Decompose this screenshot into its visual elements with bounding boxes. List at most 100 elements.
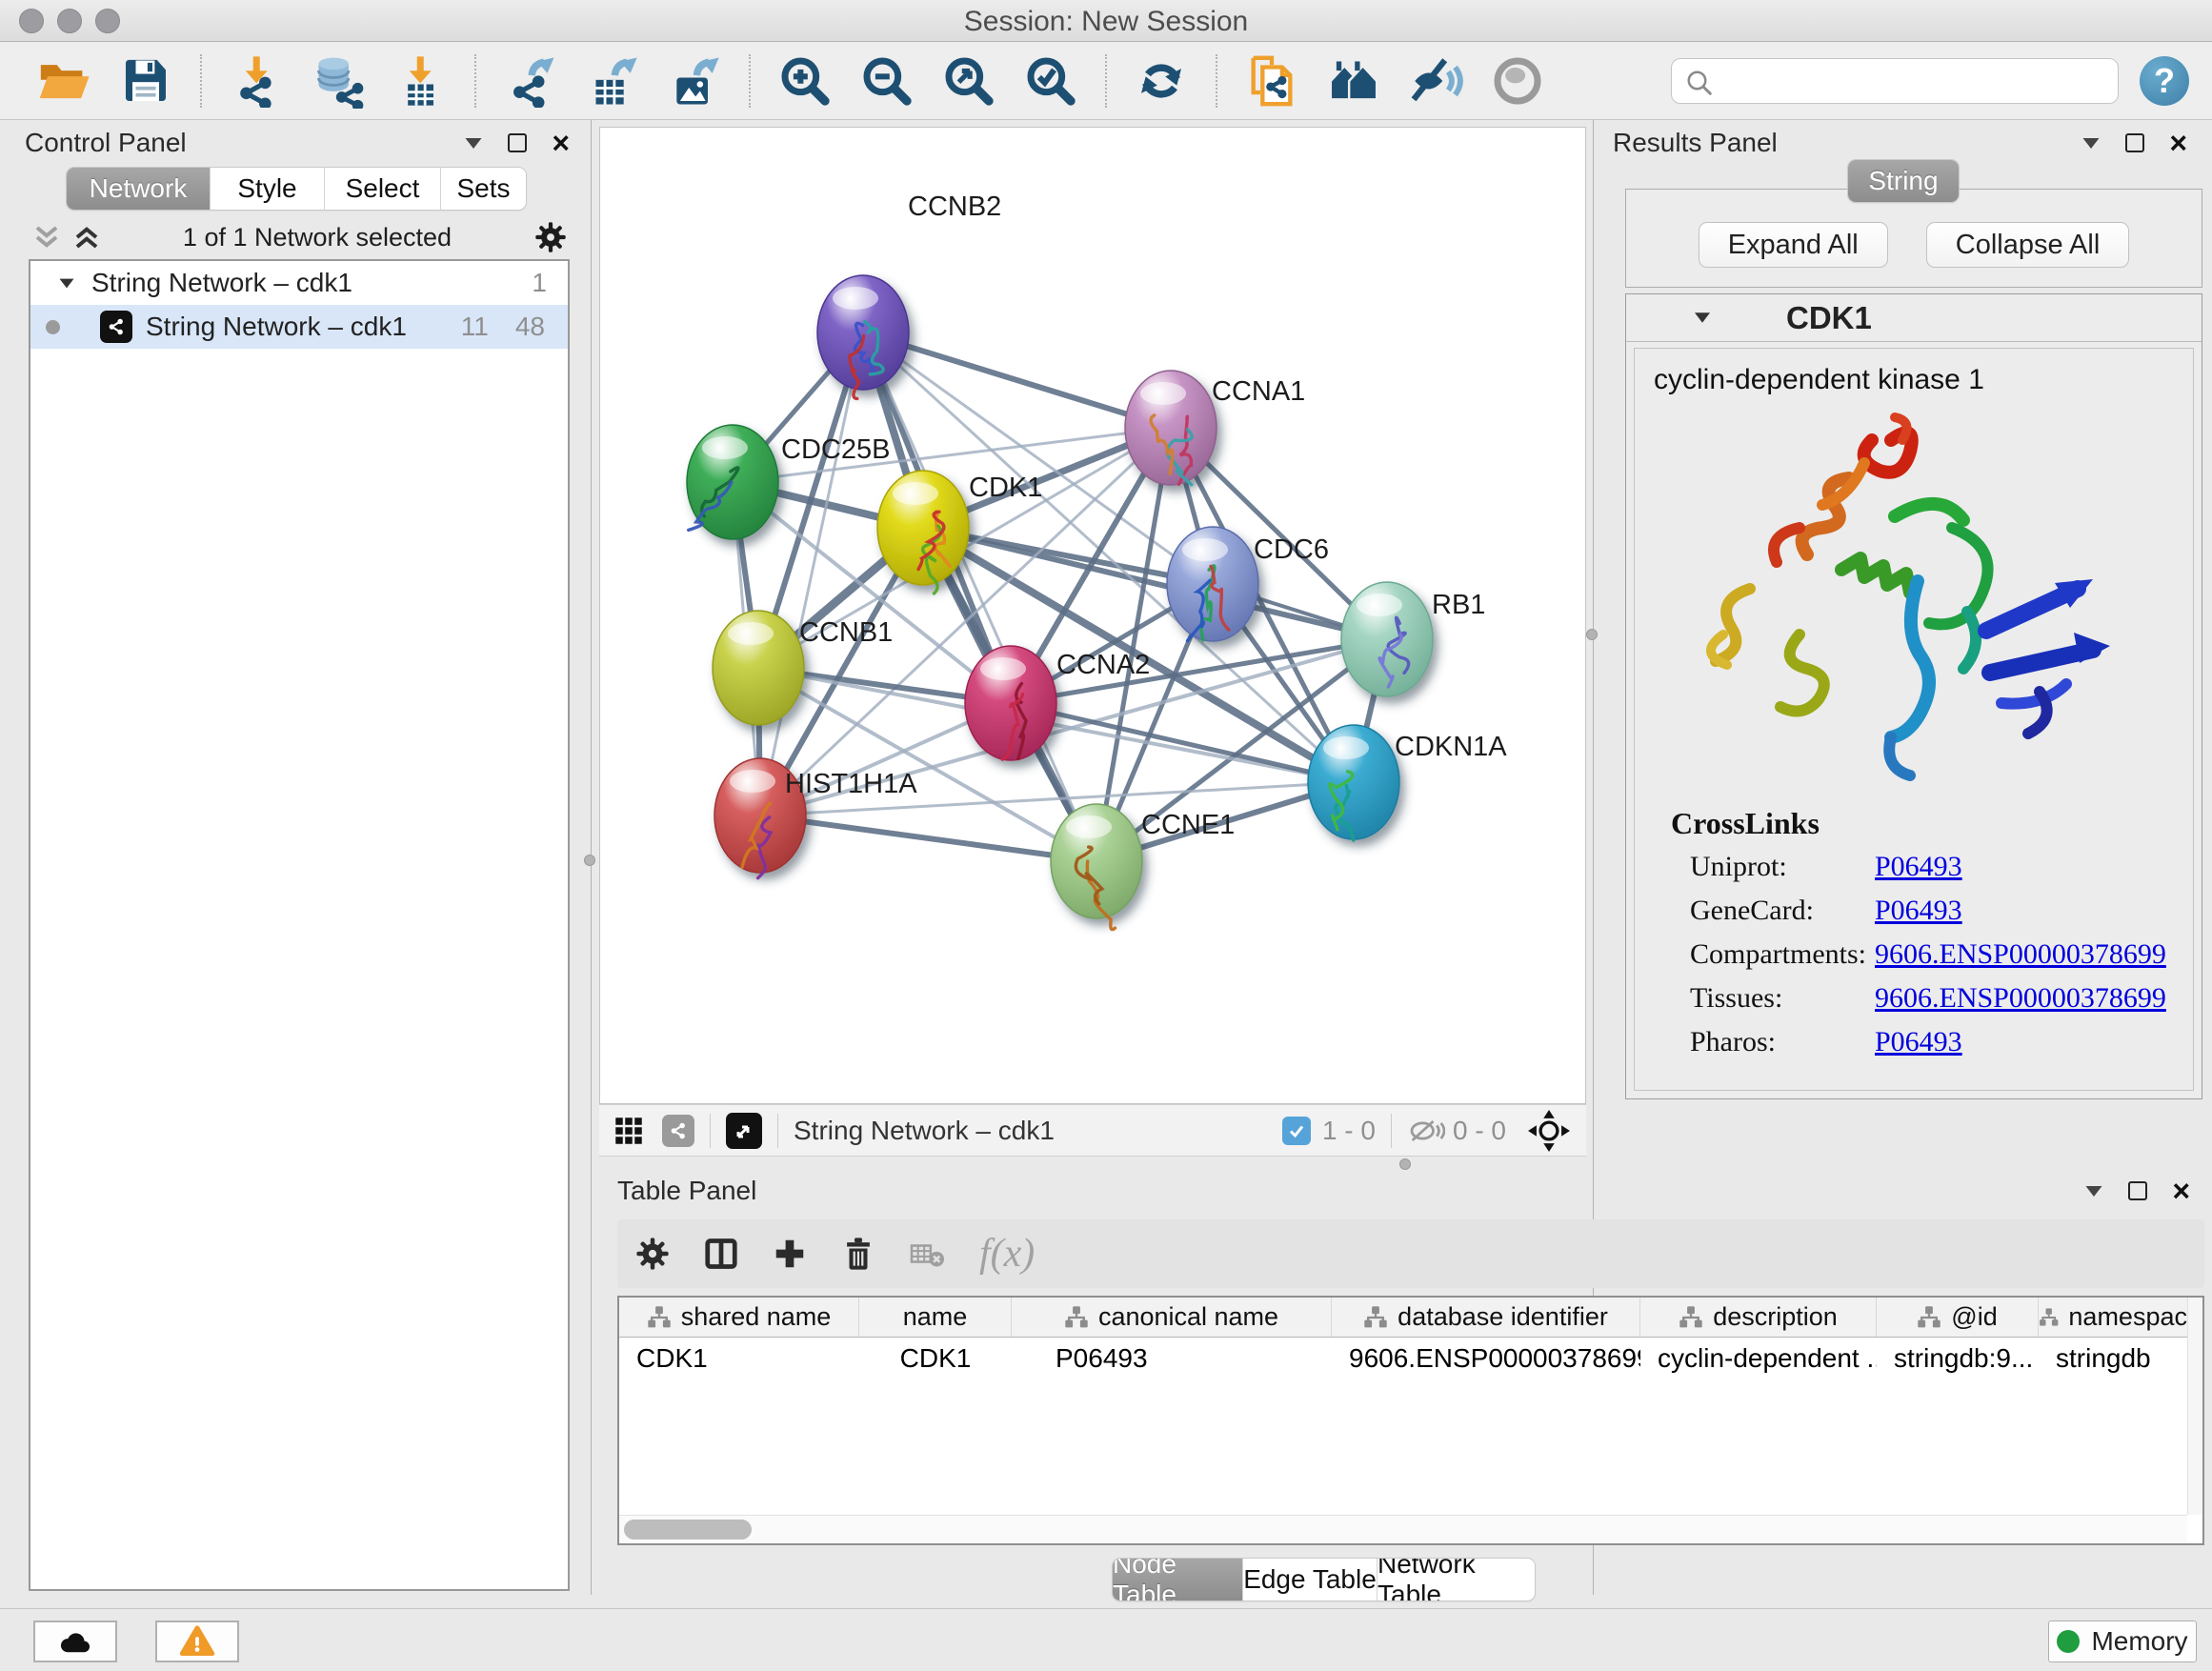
birdseye-crosshair-icon[interactable] [1527,1109,1571,1153]
import-network-from-database-button[interactable] [310,52,367,110]
zoom-in-button[interactable] [776,52,834,110]
table-row[interactable]: CDK1CDK1P064939606.ENSP00000378699cyclin… [619,1338,2202,1379]
expand-all-button[interactable]: Expand All [1699,222,1888,268]
network-node-CDC25B[interactable] [687,425,778,539]
network-view-type-icon[interactable] [662,1115,694,1147]
column-header-name[interactable]: name [859,1298,1012,1337]
crosslink-value[interactable]: P06493 [1875,1026,1962,1058]
tab-string[interactable]: String [1848,160,1959,202]
apply-layout-button[interactable] [1133,52,1190,110]
show-all-button[interactable] [1489,52,1546,110]
warnings-button[interactable] [155,1621,239,1662]
float-panel-button[interactable] [2128,1181,2147,1200]
node-label: HIST1H1A [785,769,917,799]
tab-style[interactable]: Style [210,168,324,210]
right-divider-grip[interactable] [1586,629,1598,640]
column-header-namespace[interactable]: namespace [2039,1298,2202,1337]
panel-menu-icon[interactable] [2086,1185,2102,1196]
column-header-database-identifier[interactable]: database identifier [1332,1298,1640,1337]
export-image-button[interactable] [666,52,723,110]
table-panel-title: Table Panel [617,1176,756,1206]
first-neighbors-button[interactable] [1325,52,1382,110]
save-session-button[interactable] [117,52,174,110]
save-icon [119,54,172,108]
float-panel-button[interactable] [2125,133,2144,152]
close-panel-button[interactable]: × [552,133,570,152]
table-cell: CDK1 [859,1338,1012,1379]
memory-button[interactable]: Memory [2048,1621,2197,1662]
results-panel-title: Results Panel [1613,128,1778,158]
open-session-button[interactable] [35,52,92,110]
network-collection-row[interactable]: String Network – cdk1 1 [30,261,568,305]
network-node-CCNE1[interactable] [1051,804,1142,930]
delete-column-icon[interactable] [840,1236,876,1272]
table-divider-grip[interactable] [1399,1158,1411,1170]
tab-network[interactable]: Network [67,168,210,210]
network-label: String Network – cdk1 [146,312,407,342]
crosslink-value[interactable]: P06493 [1875,895,1962,927]
table-options-gear-icon[interactable] [634,1236,671,1272]
hide-selected-button[interactable] [1407,52,1464,110]
close-panel-button[interactable]: × [2172,1181,2190,1200]
export-table-button[interactable] [584,52,641,110]
column-header-canonical-name[interactable]: canonical name [1012,1298,1332,1337]
zoom-fit-button[interactable] [940,52,997,110]
panel-menu-icon[interactable] [466,137,482,148]
protein-expander-icon[interactable] [1695,312,1710,322]
collapse-all-button[interactable]: Collapse All [1926,222,2130,268]
close-panel-button[interactable]: × [2169,133,2187,152]
detach-view-button[interactable] [726,1113,762,1149]
crosslink-value[interactable]: 9606.ENSP00000378699 [1875,938,2166,971]
node-highlight [893,482,938,505]
network-canvas[interactable]: CCNB2CCNA1CDC25BCDK1CDC6RB1CCNB1CCNA2CDK… [599,127,1586,1104]
tab-sets[interactable]: Sets [440,168,526,210]
hierarchy-type-icon [2039,1305,2059,1330]
network-node-RB1[interactable] [1341,582,1433,696]
protein-section-header[interactable]: CDK1 [1626,294,2202,342]
toolbar-separator [1216,54,1217,108]
tab-node-table[interactable]: Node Table [1113,1559,1242,1601]
column-header-@id[interactable]: @id [1877,1298,2039,1337]
zoom-selected-button[interactable] [1022,52,1079,110]
column-header-description[interactable]: description [1640,1298,1877,1337]
crosslink-value[interactable]: 9606.ENSP00000378699 [1875,982,2166,1015]
tab-select[interactable]: Select [324,168,440,210]
network-node-CCNB1[interactable] [713,611,804,725]
panel-menu-icon[interactable] [2083,137,2100,148]
zoom-out-button[interactable] [858,52,915,110]
network-node-CDKN1A[interactable] [1308,725,1399,840]
expand-all-icon[interactable] [72,223,101,252]
export-network-button[interactable] [502,52,559,110]
network-node-CCNA2[interactable] [965,646,1056,760]
crosslink-value[interactable]: P06493 [1875,851,1962,883]
tab-network-table[interactable]: Network Table [1377,1559,1535,1601]
network-node-CDK1[interactable] [877,471,969,594]
network-node-CCNB2[interactable] [817,275,909,398]
column-header-shared-name[interactable]: shared name [619,1298,859,1337]
import-network-button[interactable] [228,52,285,110]
clone-network-button[interactable] [1243,52,1300,110]
network-row[interactable]: String Network – cdk1 11 48 [30,305,568,349]
scrollbar-thumb[interactable] [624,1520,752,1540]
help-button[interactable]: ? [2140,56,2189,106]
float-panel-button[interactable] [508,133,527,152]
search-input[interactable] [1721,59,2107,101]
selected-count-checkbox[interactable] [1282,1117,1311,1145]
netbar-separator [777,1114,778,1148]
network-options-gear-icon[interactable] [533,220,568,254]
show-columns-icon[interactable] [703,1236,739,1272]
cloud-status-button[interactable] [33,1621,117,1662]
tab-edge-table[interactable]: Edge Table [1242,1559,1377,1601]
network-node-CDC6[interactable] [1167,527,1258,641]
table-horizontal-scrollbar[interactable] [619,1515,2187,1543]
node-highlight [730,770,775,793]
table-vertical-scrollbar[interactable] [2187,1298,2202,1515]
collapse-all-icon[interactable] [32,223,61,252]
create-column-icon[interactable] [772,1236,808,1272]
network-node-CCNA1[interactable] [1125,371,1217,485]
collection-expander-icon[interactable] [60,278,74,288]
import-table-button[interactable] [392,52,449,110]
left-divider-grip[interactable] [584,855,595,866]
grid-view-icon[interactable] [614,1117,643,1145]
toolbar-separator [474,54,476,108]
